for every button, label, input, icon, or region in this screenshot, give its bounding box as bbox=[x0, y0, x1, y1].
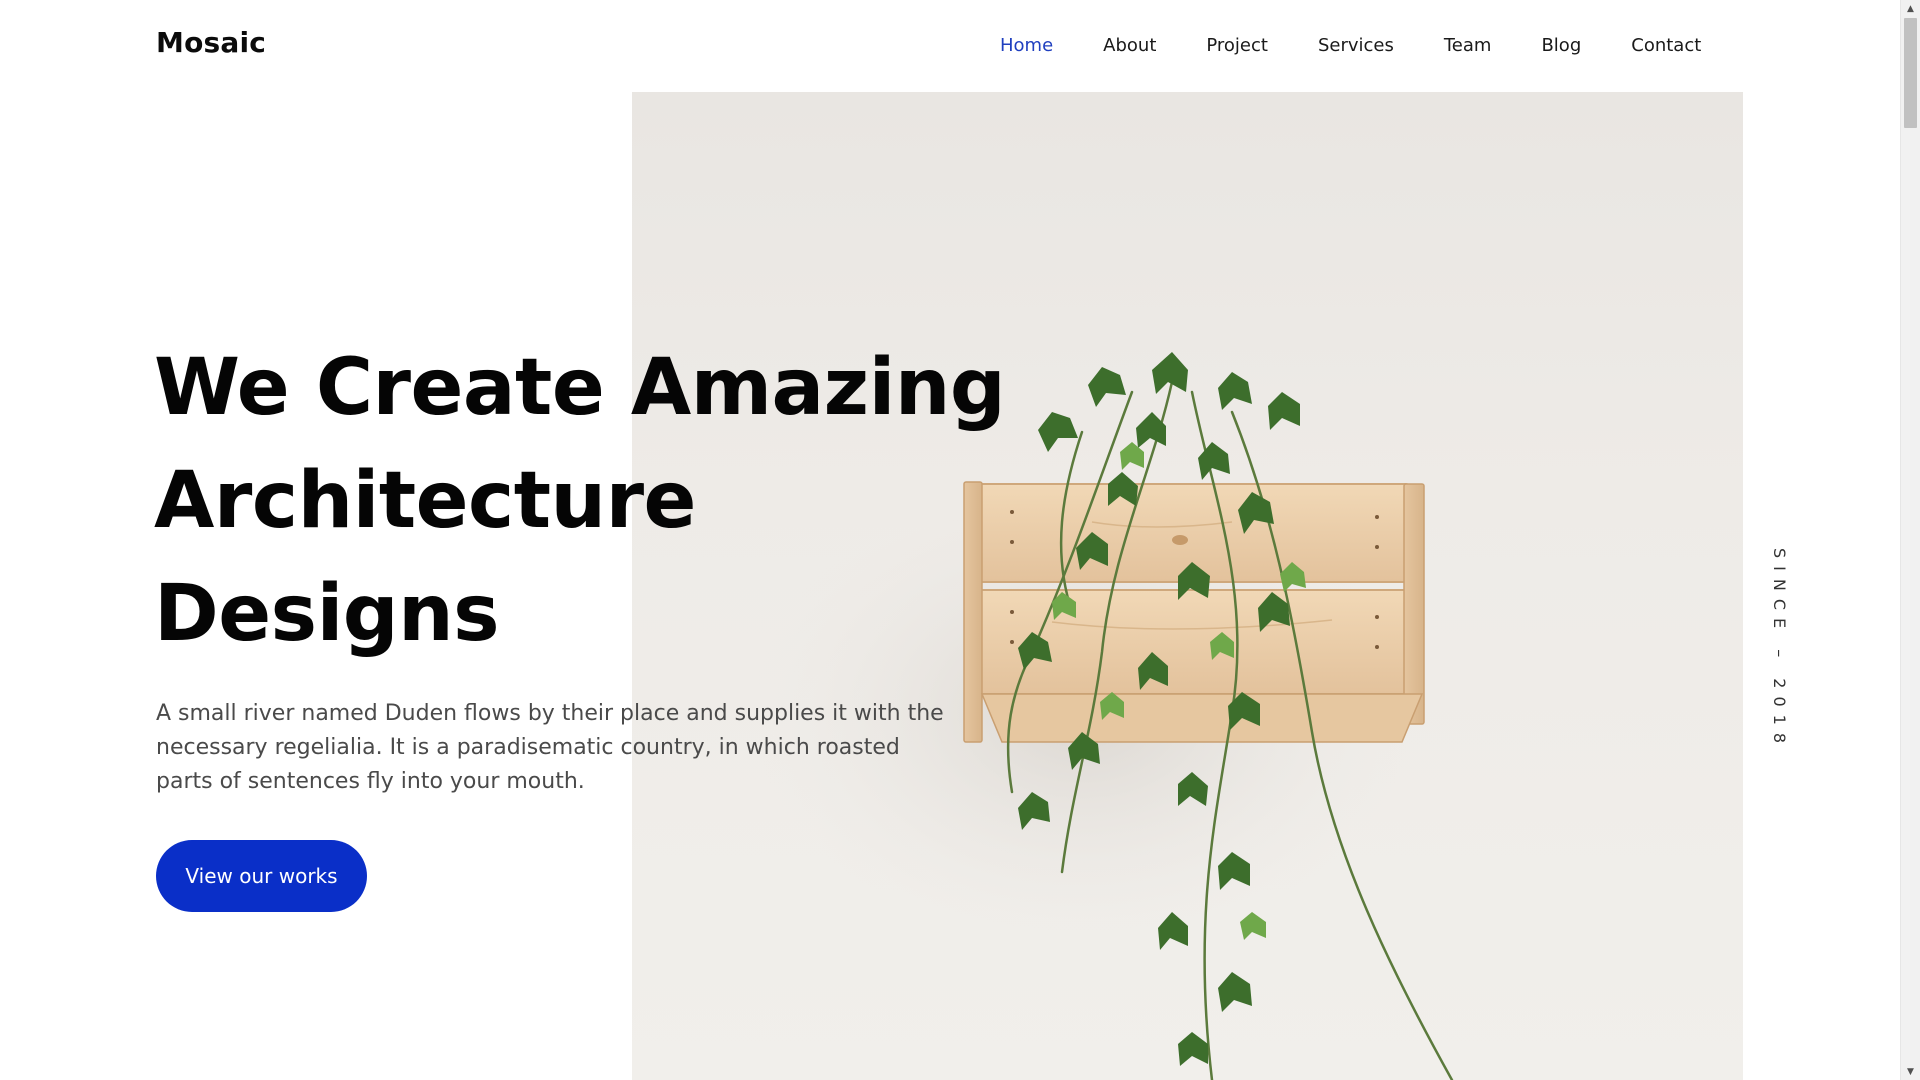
hero-headline-line-3: Designs bbox=[154, 569, 500, 659]
scroll-down-arrow-icon[interactable]: ▼ bbox=[1901, 1063, 1920, 1080]
view-our-works-button[interactable]: View our works bbox=[156, 840, 367, 912]
scroll-thumb[interactable] bbox=[1904, 18, 1917, 128]
nav-item-project[interactable]: Project bbox=[1206, 35, 1268, 56]
page-scrollbar[interactable]: ▲ ▼ bbox=[1900, 0, 1920, 1080]
nav-item-home[interactable]: Home bbox=[1000, 35, 1053, 56]
hero-description: A small river named Duden flows by their… bbox=[156, 701, 944, 794]
nav-item-services[interactable]: Services bbox=[1318, 35, 1394, 56]
hero-headline-line-2: Architecture bbox=[154, 456, 696, 546]
nav-item-team[interactable]: Team bbox=[1444, 35, 1492, 56]
page: Mosaic Home About Project Services Team … bbox=[0, 0, 1920, 1080]
nav-item-blog[interactable]: Blog bbox=[1541, 35, 1581, 56]
since-label: SINCE – 2018 bbox=[1770, 548, 1789, 752]
hero-headline: We Create Amazing Architecture Designs bbox=[154, 332, 1054, 671]
hero-headline-line-1: We Create Amazing bbox=[154, 343, 1006, 433]
brand-logo[interactable]: Mosaic bbox=[156, 26, 266, 59]
nav-item-about[interactable]: About bbox=[1103, 35, 1156, 56]
site-header: Mosaic Home About Project Services Team … bbox=[0, 0, 1900, 90]
scroll-up-arrow-icon[interactable]: ▲ bbox=[1901, 0, 1920, 17]
nav-item-contact[interactable]: Contact bbox=[1631, 35, 1701, 56]
main-nav: Home About Project Services Team Blog Co… bbox=[1000, 30, 1701, 60]
